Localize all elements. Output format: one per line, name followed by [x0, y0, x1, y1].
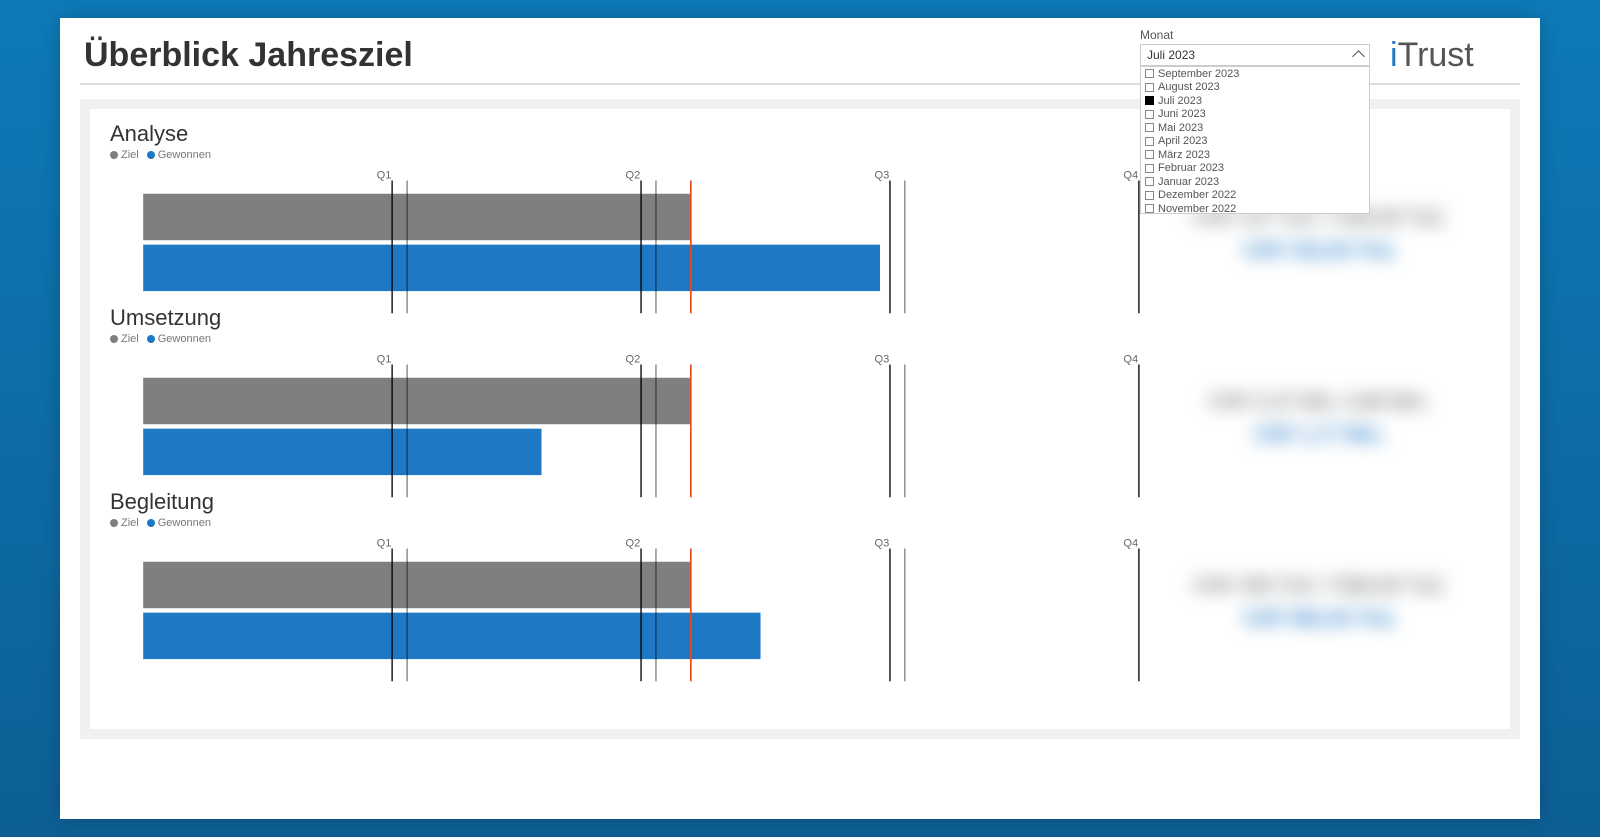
month-option-label: Dezember 2022: [1158, 189, 1236, 201]
kpi-values: CHF 350 Tsd. 7'690,00 Tsd. CHF 883,45 Tsd…: [1150, 533, 1490, 673]
month-option-label: September 2023: [1158, 68, 1239, 80]
month-option-label: November 2022: [1158, 203, 1236, 214]
legend-dot-ziel: [110, 519, 118, 527]
checkbox-icon: [1145, 164, 1154, 173]
kpi-line-2: CHF 883,45 Tsd.: [1243, 608, 1396, 631]
report-canvas: Überblick Jahresziel Monat Juli 2023 Sep…: [60, 18, 1540, 819]
legend-item-gewonnen: Gewonnen: [147, 149, 211, 161]
month-option-label: April 2023: [1158, 135, 1208, 147]
brand-rest-glyph: Trust: [1398, 36, 1475, 74]
quarter-label: Q3: [874, 169, 889, 181]
month-option-label: Januar 2023: [1158, 176, 1219, 188]
month-option[interactable]: Januar 2023: [1141, 175, 1369, 189]
month-filter-select[interactable]: Juli 2023: [1140, 44, 1370, 66]
legend-dot-ziel: [110, 151, 118, 159]
month-option-label: Juli 2023: [1158, 95, 1202, 107]
chart-row: Q1 Q2 Q3 Q4 CHF 350 Tsd. 7'690,00 Tsd. CHF 88…: [110, 533, 1490, 673]
bar-ziel: [143, 562, 691, 608]
chart-area: Q1 Q2 Q3 Q4: [110, 533, 1150, 673]
month-filter-dropdown[interactable]: September 2023August 2023 Juli 2023Juni 2…: [1140, 66, 1370, 214]
quarter-label: Q1: [377, 169, 392, 181]
brand-i-glyph: i: [1390, 36, 1398, 74]
legend-item-ziel: Ziel: [110, 333, 139, 345]
checkbox-icon: [1145, 123, 1154, 132]
month-option[interactable]: Februar 2023: [1141, 162, 1369, 176]
month-option[interactable]: Juni 2023: [1141, 108, 1369, 122]
legend-dot-gewonnen: [147, 151, 155, 159]
month-option-label: Juni 2023: [1158, 108, 1206, 120]
checkbox-icon: [1145, 69, 1154, 78]
checkbox-icon: [1145, 191, 1154, 200]
month-option-label: Mai 2023: [1158, 122, 1203, 134]
bar-ziel: [143, 378, 691, 424]
kpi-line-2: CHF 232,00 Tsd.: [1243, 240, 1396, 263]
chart-area: Q1 Q2 Q3 Q4: [110, 165, 1150, 305]
quarter-label: Q3: [874, 537, 889, 549]
kpi-line-2: CHF 1,77 Mio.: [1254, 424, 1385, 447]
checkbox-icon: [1145, 110, 1154, 119]
month-option[interactable]: Juli 2023: [1141, 94, 1369, 108]
legend-item-gewonnen: Gewonnen: [147, 517, 211, 529]
quarter-label: Q1: [377, 353, 392, 365]
brand-logo: iTrust: [1370, 28, 1520, 76]
month-filter-label: Monat: [1140, 28, 1370, 42]
chart-row: Q1 Q2 Q3 Q4 CHF 2,37 Mio. 0,88 Mio. CHF 1,77 …: [110, 349, 1490, 489]
month-option[interactable]: März 2023: [1141, 148, 1369, 162]
month-filter-selected: Juli 2023: [1147, 48, 1195, 62]
checkbox-icon: [1145, 83, 1154, 92]
legend-dot-ziel: [110, 335, 118, 343]
header-bar: Überblick Jahresziel Monat Juli 2023 Sep…: [80, 28, 1520, 81]
bar-gewonnen: [143, 613, 760, 659]
month-option[interactable]: April 2023: [1141, 135, 1369, 149]
month-option[interactable]: Dezember 2022: [1141, 189, 1369, 203]
month-option-label: März 2023: [1158, 149, 1210, 161]
checkbox-icon: [1145, 150, 1154, 159]
quarter-label: Q4: [1123, 537, 1138, 549]
legend-item-ziel: Ziel: [110, 517, 139, 529]
kpi-line-1: CHF 350 Tsd. 7'690,00 Tsd.: [1193, 575, 1446, 598]
month-option[interactable]: November 2022: [1141, 202, 1369, 214]
legend-item-ziel: Ziel: [110, 149, 139, 161]
kpi-values: CHF 2,37 Mio. 0,88 Mio. CHF 1,77 Mio.: [1150, 349, 1490, 489]
series-legend: Ziel Gewonnen: [110, 333, 1490, 345]
month-option[interactable]: September 2023: [1141, 67, 1369, 81]
month-option-label: August 2023: [1158, 81, 1220, 93]
bar-ziel: [143, 194, 691, 240]
quarter-label: Q1: [377, 537, 392, 549]
quarter-label: Q4: [1123, 353, 1138, 365]
legend-dot-gewonnen: [147, 335, 155, 343]
checkbox-icon: [1145, 96, 1154, 105]
legend-item-gewonnen: Gewonnen: [147, 333, 211, 345]
page-title: Überblick Jahresziel: [80, 28, 1140, 81]
bar-gewonnen: [143, 245, 880, 291]
month-filter: Monat Juli 2023 September 2023August 202…: [1140, 28, 1370, 66]
checkbox-icon: [1145, 204, 1154, 213]
quarter-label: Q2: [626, 537, 641, 549]
month-option[interactable]: August 2023: [1141, 81, 1369, 95]
quarter-label: Q4: [1123, 169, 1138, 181]
quarter-label: Q3: [874, 353, 889, 365]
checkbox-icon: [1145, 137, 1154, 146]
legend-dot-gewonnen: [147, 519, 155, 527]
bar-gewonnen: [143, 429, 541, 475]
chart-area: Q1 Q2 Q3 Q4: [110, 349, 1150, 489]
svg-text:iTrust: iTrust: [1390, 36, 1474, 74]
quarter-label: Q2: [626, 169, 641, 181]
quarter-label: Q2: [626, 353, 641, 365]
chevron-up-icon: [1352, 50, 1365, 63]
series-legend: Ziel Gewonnen: [110, 517, 1490, 529]
kpi-line-1: CHF 2,37 Mio. 0,88 Mio.: [1209, 391, 1430, 414]
checkbox-icon: [1145, 177, 1154, 186]
month-option[interactable]: Mai 2023: [1141, 121, 1369, 135]
month-option-label: Februar 2023: [1158, 162, 1224, 174]
